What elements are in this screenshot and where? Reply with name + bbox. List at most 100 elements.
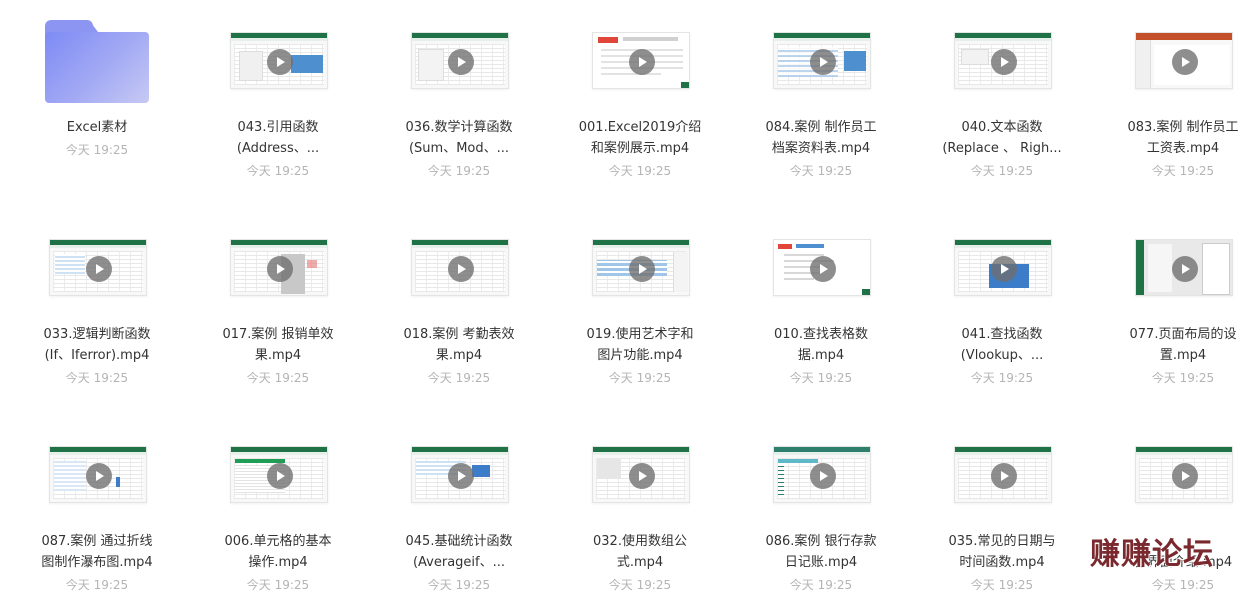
- file-name-line2: 档案资料表.mp4: [771, 141, 871, 156]
- play-icon: [1172, 256, 1198, 282]
- file-name-line1: 086.案例 银行存款: [765, 534, 877, 549]
- video-item[interactable]: 087.案例 通过折线 图制作瀑布图.mp4 今天 19:25: [22, 414, 172, 614]
- file-name-line2: 果.mp4: [254, 348, 302, 363]
- file-name-line1: 040.文本函数: [961, 120, 1043, 135]
- video-thumbnail: [1135, 239, 1233, 296]
- video-item[interactable]: 086.案例 银行存款 日记账.mp4 今天 19:25: [746, 414, 896, 614]
- file-name-line2: 据.mp4: [797, 348, 845, 363]
- play-icon: [448, 49, 474, 75]
- video-thumbnail: [592, 446, 690, 503]
- video-item[interactable]: 084.案例 制作员工 档案资料表.mp4 今天 19:25: [746, 0, 896, 200]
- file-name: 035.常见的日期与 时间函数.mp4: [927, 531, 1077, 573]
- file-name-line2: 置.mp4: [1159, 348, 1207, 363]
- video-item[interactable]: 045.基础统计函数 (Averageif、... 今天 19:25: [384, 414, 534, 614]
- play-icon: [991, 49, 1017, 75]
- file-name-line2: 图片功能.mp4: [597, 348, 683, 363]
- file-time: 今天 19:25: [65, 578, 129, 592]
- video-thumbnail: [954, 32, 1052, 89]
- play-icon: [267, 256, 293, 282]
- video-item[interactable]: 作界面介绍.mp4 今天 19:25: [1108, 414, 1246, 614]
- file-time: 今天 19:25: [970, 164, 1034, 178]
- play-icon: [810, 256, 836, 282]
- file-name-line1: 033.逻辑判断函数: [43, 327, 151, 342]
- file-name: 001.Excel2019介绍 和案例展示.mp4: [565, 117, 715, 159]
- file-grid: Excel素材 今天 19:25 043.引用函数 (Address、... 今…: [0, 0, 1246, 592]
- file-name-line2: 时间函数.mp4: [959, 555, 1045, 570]
- video-item[interactable]: 077.页面布局的设 置.mp4 今天 19:25: [1108, 207, 1246, 407]
- folder-icon: [45, 20, 149, 103]
- video-thumbnail: [411, 32, 509, 89]
- file-time: 今天 19:25: [1151, 578, 1215, 592]
- video-item[interactable]: 043.引用函数 (Address、... 今天 19:25: [203, 0, 353, 200]
- video-item[interactable]: 035.常见的日期与 时间函数.mp4 今天 19:25: [927, 414, 1077, 614]
- file-name: 018.案例 考勤表效 果.mp4: [384, 324, 534, 366]
- file-name-line2: 图制作瀑布图.mp4: [41, 555, 153, 570]
- video-item[interactable]: 006.单元格的基本 操作.mp4 今天 19:25: [203, 414, 353, 614]
- file-time: 今天 19:25: [608, 164, 672, 178]
- video-item[interactable]: 041.查找函数 (Vlookup、... 今天 19:25: [927, 207, 1077, 407]
- video-item[interactable]: 040.文本函数 (Replace 、 Righ... 今天 19:25: [927, 0, 1077, 200]
- video-item[interactable]: 019.使用艺术字和 图片功能.mp4 今天 19:25: [565, 207, 715, 407]
- play-icon: [810, 463, 836, 489]
- play-icon: [86, 256, 112, 282]
- video-thumbnail: [592, 239, 690, 296]
- file-name: 084.案例 制作员工 档案资料表.mp4: [746, 117, 896, 159]
- folder-item[interactable]: Excel素材 今天 19:25: [22, 0, 172, 200]
- video-item[interactable]: 010.查找表格数 据.mp4 今天 19:25: [746, 207, 896, 407]
- file-name: 040.文本函数 (Replace 、 Righ...: [927, 117, 1077, 159]
- file-time: 今天 19:25: [970, 578, 1034, 592]
- file-time: 今天 19:25: [789, 578, 853, 592]
- play-icon: [810, 49, 836, 75]
- file-name-line2: (Replace 、 Righ...: [942, 141, 1062, 156]
- file-name-line1: 032.使用数组公: [593, 534, 687, 549]
- file-time: 今天 19:25: [246, 164, 310, 178]
- video-item[interactable]: 017.案例 报销单效 果.mp4 今天 19:25: [203, 207, 353, 407]
- video-item[interactable]: 036.数学计算函数 (Sum、Mod、... 今天 19:25: [384, 0, 534, 200]
- file-name-line2: 和案例展示.mp4: [590, 141, 690, 156]
- video-item[interactable]: 001.Excel2019介绍 和案例展示.mp4 今天 19:25: [565, 0, 715, 200]
- file-time: 今天 19:25: [427, 371, 491, 385]
- watermark-logo: 赚赚论坛: [1090, 537, 1214, 572]
- play-icon: [448, 463, 474, 489]
- file-name-line1: 045.基础统计函数: [405, 534, 513, 549]
- file-name-line1: 087.案例 通过折线: [41, 534, 153, 549]
- file-time: 今天 19:25: [789, 164, 853, 178]
- video-item[interactable]: 033.逻辑判断函数 (If、Iferror).mp4 今天 19:25: [22, 207, 172, 407]
- file-name: 036.数学计算函数 (Sum、Mod、...: [384, 117, 534, 159]
- video-thumbnail: [230, 239, 328, 296]
- file-name: 077.页面布局的设 置.mp4: [1108, 324, 1246, 366]
- file-name: 017.案例 报销单效 果.mp4: [203, 324, 353, 366]
- play-icon: [1172, 49, 1198, 75]
- file-name-line2: (If、Iferror).mp4: [44, 348, 150, 363]
- file-name-line2: 果.mp4: [435, 348, 483, 363]
- file-name-line1: Excel素材: [66, 120, 128, 135]
- play-icon: [448, 256, 474, 282]
- file-name: 010.查找表格数 据.mp4: [746, 324, 896, 366]
- video-thumbnail: [773, 446, 871, 503]
- video-item[interactable]: 032.使用数组公 式.mp4 今天 19:25: [565, 414, 715, 614]
- play-icon: [991, 463, 1017, 489]
- play-icon: [629, 256, 655, 282]
- file-time: 今天 19:25: [65, 371, 129, 385]
- video-item[interactable]: 083.案例 制作员工 工资表.mp4 今天 19:25: [1108, 0, 1246, 200]
- file-name-line2: (Address、...: [236, 141, 320, 156]
- file-name-line1: 036.数学计算函数: [405, 120, 513, 135]
- file-time: 今天 19:25: [246, 578, 310, 592]
- file-name-line1: 017.案例 报销单效: [222, 327, 334, 342]
- file-name-line2: 日记账.mp4: [784, 555, 858, 570]
- file-name: 083.案例 制作员工 工资表.mp4: [1108, 117, 1246, 159]
- file-time: 今天 19:25: [608, 578, 672, 592]
- file-name-line2: 操作.mp4: [248, 555, 308, 570]
- video-thumbnail: [49, 446, 147, 503]
- video-thumbnail: [954, 446, 1052, 503]
- file-name: Excel素材: [22, 117, 172, 138]
- file-name-line1: 018.案例 考勤表效: [403, 327, 515, 342]
- file-name-line2: (Sum、Mod、...: [408, 141, 510, 156]
- file-name: 006.单元格的基本 操作.mp4: [203, 531, 353, 573]
- file-name-line1: 083.案例 制作员工: [1127, 120, 1239, 135]
- play-icon: [1172, 463, 1198, 489]
- play-icon: [629, 49, 655, 75]
- video-item[interactable]: 018.案例 考勤表效 果.mp4 今天 19:25: [384, 207, 534, 407]
- play-icon: [86, 463, 112, 489]
- file-name: 032.使用数组公 式.mp4: [565, 531, 715, 573]
